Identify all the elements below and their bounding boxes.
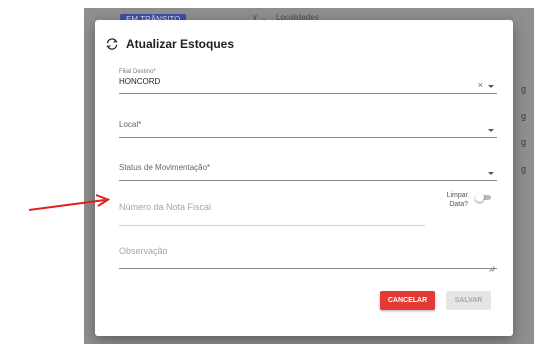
- status-movimentacao-label: Status de Movimentação*: [119, 163, 211, 172]
- observacao-textarea[interactable]: Observação: [119, 242, 497, 272]
- local-label: Local*: [119, 120, 142, 129]
- background-side-text: g: [520, 84, 526, 94]
- field-underline: [119, 180, 497, 181]
- filial-destino-select[interactable]: Filial Destino* HONCORD ×: [119, 66, 497, 94]
- update-stock-dialog: Atualizar Estoques Filial Destino* HONCO…: [95, 20, 513, 336]
- local-select[interactable]: Local*: [119, 112, 497, 138]
- background-side-text: g: [520, 111, 526, 121]
- dialog-header: Atualizar Estoques: [105, 37, 234, 51]
- observacao-placeholder: Observação: [119, 246, 168, 256]
- field-underline: [119, 225, 425, 226]
- screen: EM TRÂNSITO ⊻ ⌄ Localidades g g g g Atua…: [0, 0, 534, 344]
- limpar-data-label: Limpar Data?: [446, 192, 468, 208]
- resize-handle-icon[interactable]: [489, 259, 495, 272]
- background-side-text: g: [520, 164, 526, 174]
- background-side-text: g: [520, 137, 526, 147]
- field-underline: [119, 268, 497, 269]
- dialog-title: Atualizar Estoques: [126, 37, 235, 51]
- field-underline: [119, 137, 497, 138]
- toggle-thumb[interactable]: [475, 193, 484, 202]
- limpar-data-toggle[interactable]: [475, 192, 493, 202]
- annotation-arrow-icon: [28, 194, 111, 211]
- clear-icon[interactable]: ×: [478, 81, 483, 90]
- nota-fiscal-placeholder: Número da Nota Fiscal: [119, 202, 212, 212]
- cancel-button[interactable]: CANCELAR: [380, 291, 435, 310]
- save-button[interactable]: SALVAR: [446, 291, 491, 310]
- chevron-down-icon[interactable]: [488, 172, 494, 175]
- field-underline: [119, 93, 497, 94]
- status-movimentacao-select[interactable]: Status de Movimentação*: [119, 155, 497, 181]
- filial-destino-value: HONCORD: [119, 77, 161, 86]
- sync-icon: [105, 37, 119, 51]
- nota-fiscal-input[interactable]: Número da Nota Fiscal: [119, 198, 425, 226]
- chevron-down-icon[interactable]: [488, 129, 494, 132]
- filial-destino-label: Filial Destino*: [119, 69, 156, 75]
- chevron-down-icon[interactable]: [488, 85, 494, 88]
